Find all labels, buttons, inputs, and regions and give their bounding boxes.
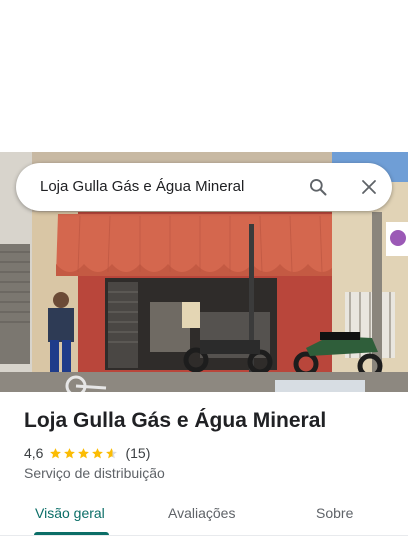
search-bar[interactable]: Loja Gulla Gás e Água Mineral [16,163,392,211]
tab-reviews[interactable]: Avaliações [168,494,235,536]
star-icon [64,447,76,458]
rating-stars [49,447,119,460]
place-tabs: Visão geral Avaliações Sobre [0,494,408,536]
search-query[interactable]: Loja Gulla Gás e Água Mineral [40,178,244,195]
close-icon[interactable] [357,175,381,199]
half-star-icon [106,447,118,458]
star-icon [50,447,62,458]
tab-about[interactable]: Sobre [316,494,353,536]
star-icon [92,447,104,458]
star-icon [78,447,90,458]
search-icon[interactable] [306,175,330,199]
place-title: Loja Gulla Gás e Água Mineral [24,409,327,432]
rating-row[interactable]: 4,6 (15) [24,445,150,461]
tabs-divider [0,535,408,536]
tab-overview[interactable]: Visão geral [35,494,105,536]
rating-value: 4,6 [24,445,44,461]
place-category[interactable]: Serviço de distribuição [24,465,165,481]
review-count[interactable]: (15) [125,445,150,461]
place-page: Loja Gulla Gás e Água Mineral Loja Gulla… [0,0,408,544]
